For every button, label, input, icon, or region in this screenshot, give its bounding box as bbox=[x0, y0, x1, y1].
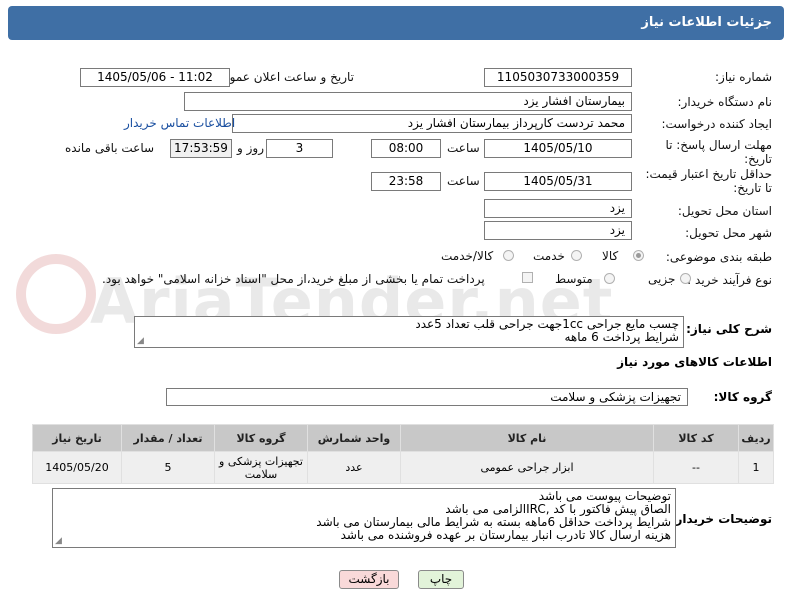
cell-quantity: 5 bbox=[121, 451, 215, 484]
resize-grip-icon[interactable]: ◢ bbox=[137, 337, 144, 346]
description-line-2: شرایط پرداخت 6 ماهه bbox=[564, 330, 679, 344]
announce-label: تاریخ و ساعت اعلان عمومی: bbox=[209, 70, 354, 84]
need-number-field[interactable]: 1105030733000359 bbox=[484, 68, 632, 87]
page-header: جزئیات اطلاعات نیاز bbox=[8, 6, 784, 40]
category-service-label: خدمت bbox=[533, 249, 565, 263]
print-button[interactable]: چاپ bbox=[418, 570, 464, 589]
items-table: ردیف کد کالا نام کالا واحد شمارش گروه کا… bbox=[32, 424, 774, 484]
price-deadline-label-date: تا تاریخ: bbox=[733, 181, 772, 195]
city-label: شهر محل تحویل: bbox=[685, 226, 772, 240]
cell-date: 1405/05/20 bbox=[32, 451, 122, 484]
table-row[interactable]: 1 -- ابزار جراحی عمومی عدد تجهیزات پزشکی… bbox=[32, 451, 774, 484]
category-label: طبقه بندی موضوعی: bbox=[665, 250, 772, 264]
days-label: روز و bbox=[237, 141, 264, 155]
cell-name: ابزار جراحی عمومی bbox=[400, 451, 654, 484]
back-button[interactable]: بازگشت bbox=[339, 570, 399, 589]
col-row: ردیف bbox=[738, 424, 774, 452]
process-minor-radio[interactable] bbox=[680, 273, 691, 284]
category-both-label: کالا/خدمت bbox=[441, 249, 494, 263]
category-service-radio[interactable] bbox=[571, 250, 582, 261]
buyer-notes-label: توضیحات خریدار: bbox=[670, 512, 772, 526]
col-unit: واحد شمارش bbox=[307, 424, 401, 452]
price-deadline-label: حداقل تاریخ اعتبار قیمت: bbox=[645, 167, 772, 181]
description-textarea[interactable]: چسب مایع جراحی 1ccجهت جراحی قلب تعداد 5ع… bbox=[134, 316, 684, 348]
category-goods-radio[interactable] bbox=[633, 250, 644, 261]
reply-time-field[interactable]: 08:00 bbox=[371, 139, 441, 158]
buyer-contact-link[interactable]: اطلاعات تماس خریدار bbox=[124, 116, 235, 130]
goods-group-field[interactable]: تجهیزات پزشکی و سلامت bbox=[166, 388, 688, 406]
province-label: استان محل تحویل: bbox=[677, 204, 772, 218]
col-name: نام کالا bbox=[400, 424, 654, 452]
category-both-radio[interactable] bbox=[503, 250, 514, 261]
process-minor-label: جزیی bbox=[648, 272, 676, 286]
province-field[interactable]: یزد bbox=[484, 199, 632, 218]
col-date: تاریخ نیاز bbox=[32, 424, 122, 452]
buyer-notes-textarea[interactable]: توضیحات پیوست می باشد الصاق پیش فاکتور ب… bbox=[52, 488, 676, 548]
price-date-field[interactable]: 1405/05/31 bbox=[484, 172, 632, 191]
cell-unit: عدد bbox=[307, 451, 401, 484]
treasury-payment-checkbox[interactable] bbox=[522, 272, 533, 283]
buyer-org-label: نام دستگاه خریدار: bbox=[677, 95, 773, 109]
page-title: جزئیات اطلاعات نیاز bbox=[641, 15, 772, 30]
need-number-label: شماره نیاز: bbox=[715, 70, 772, 84]
remaining-time-label: ساعت باقی مانده bbox=[65, 141, 155, 155]
goods-group-label: گروه کالا: bbox=[713, 390, 772, 404]
price-time-field[interactable]: 23:58 bbox=[371, 172, 441, 191]
remaining-time-field: 17:53:59 bbox=[170, 139, 232, 158]
creator-field[interactable]: محمد تردست کارپرداز بیمارستان افشار یزد bbox=[232, 114, 632, 133]
cell-group: تجهیزات پزشکی و سلامت bbox=[214, 451, 308, 484]
cell-row: 1 bbox=[738, 451, 774, 484]
reply-deadline-label: مهلت ارسال پاسخ: تا bbox=[665, 138, 772, 152]
description-label: شرح کلی نیاز: bbox=[686, 322, 772, 336]
col-group: گروه کالا bbox=[214, 424, 308, 452]
cell-code: -- bbox=[653, 451, 739, 484]
watermark-logo bbox=[16, 254, 96, 334]
col-code: کد کالا bbox=[653, 424, 739, 452]
resize-grip-icon[interactable]: ◢ bbox=[55, 537, 62, 546]
treasury-payment-note: پرداخت تمام یا بخشی از مبلغ خرید،از محل … bbox=[102, 272, 485, 286]
buyer-note-line-4: هزینه ارسال کالا تادرب انبار بیمارستان ب… bbox=[340, 528, 671, 542]
city-field[interactable]: یزد bbox=[484, 221, 632, 240]
price-time-label: ساعت bbox=[447, 174, 480, 188]
reply-date-field[interactable]: 1405/05/10 bbox=[484, 139, 632, 158]
buyer-org-field[interactable]: بیمارستان افشار یزد bbox=[184, 92, 632, 111]
reply-time-label: ساعت bbox=[447, 141, 480, 155]
process-medium-radio[interactable] bbox=[604, 273, 615, 284]
reply-deadline-label-date: تاریخ: bbox=[744, 152, 772, 166]
days-remaining-field[interactable]: 3 bbox=[266, 139, 333, 158]
goods-section-title: اطلاعات کالاهای مورد نیاز bbox=[617, 355, 772, 369]
col-quantity: تعداد / مقدار bbox=[121, 424, 215, 452]
process-medium-label: متوسط bbox=[555, 272, 593, 286]
creator-label: ایجاد کننده درخواست: bbox=[661, 117, 772, 131]
process-label: نوع فرآیند خرید : bbox=[687, 273, 772, 287]
table-header-row: ردیف کد کالا نام کالا واحد شمارش گروه کا… bbox=[32, 424, 774, 452]
announce-field[interactable]: 1405/05/06 - 11:02 bbox=[80, 68, 230, 87]
category-goods-label: کالا bbox=[602, 249, 619, 263]
